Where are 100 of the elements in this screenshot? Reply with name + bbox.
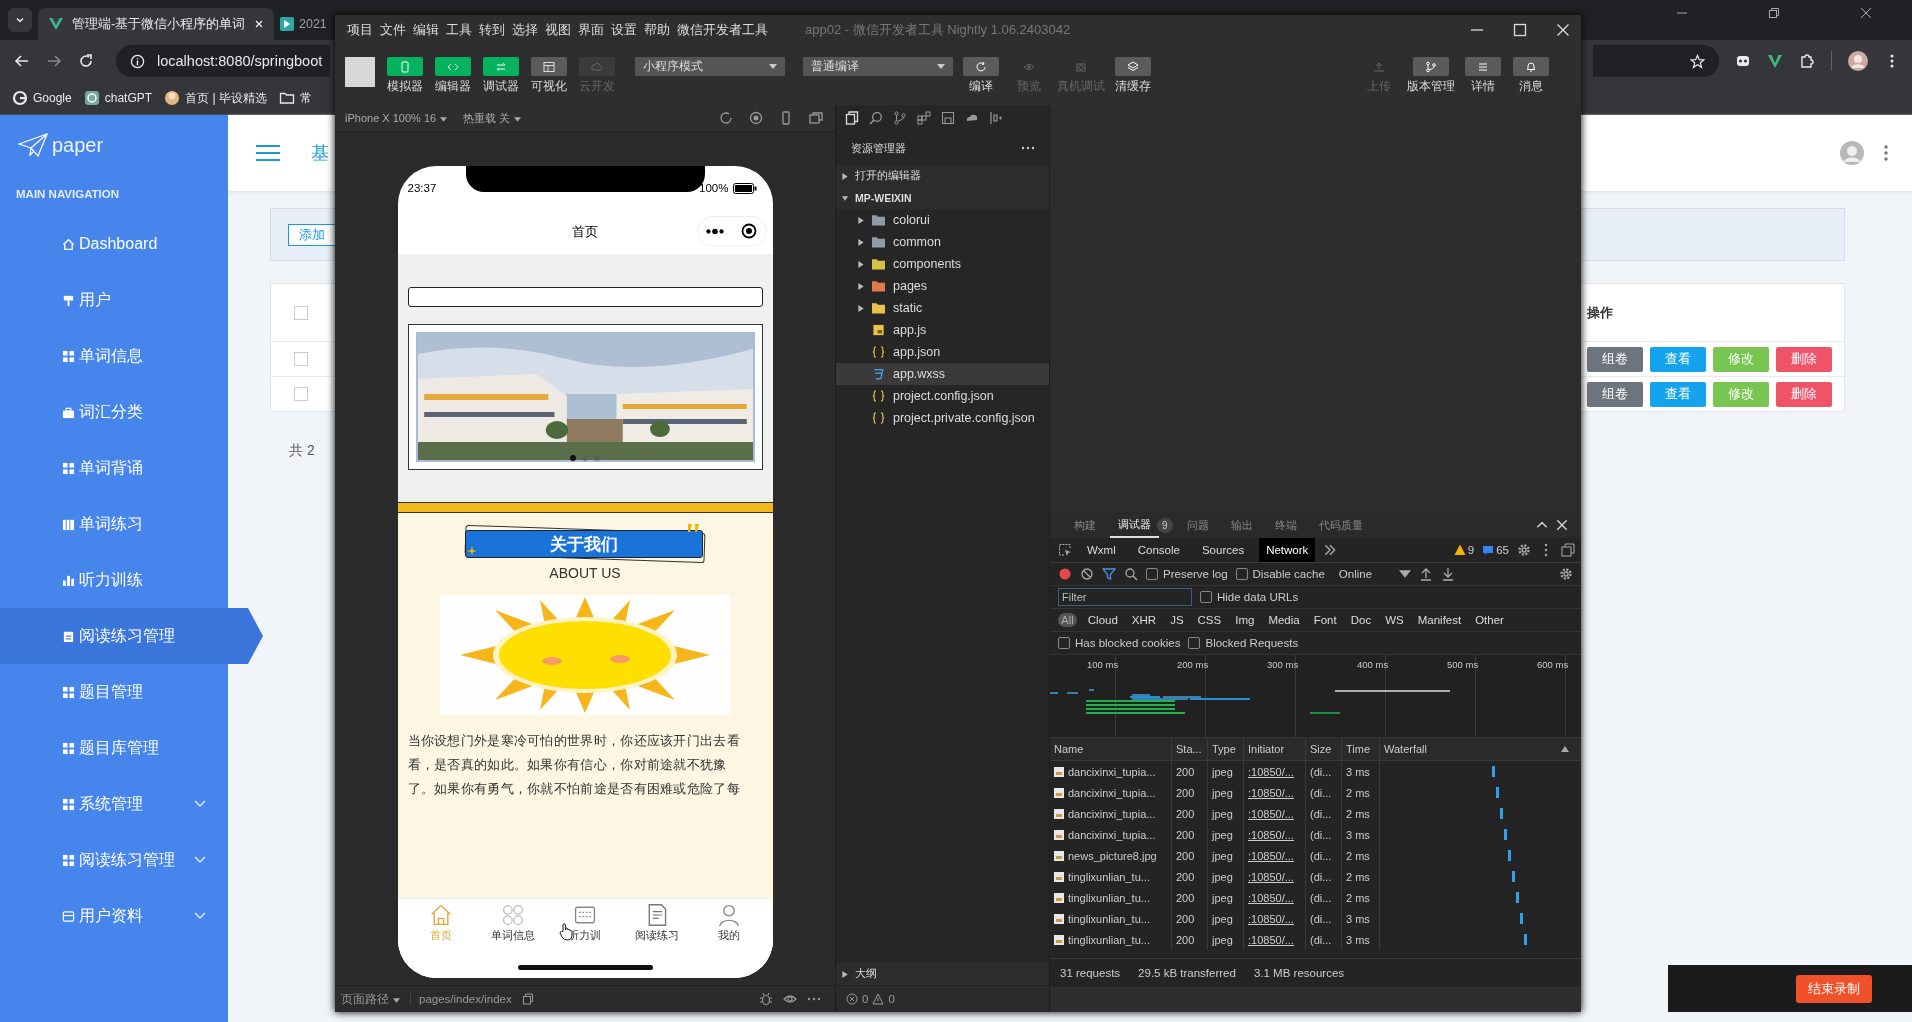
v-logo-icon[interactable] bbox=[1767, 53, 1783, 69]
more-icon[interactable] bbox=[1021, 146, 1035, 150]
initiator-link[interactable]: :10850/... bbox=[1244, 887, 1306, 908]
type-filter[interactable]: Doc bbox=[1347, 613, 1375, 627]
nav-item[interactable]: 用户资料 bbox=[0, 888, 228, 944]
nav-item[interactable]: 系统管理 bbox=[0, 776, 228, 832]
double-chevron-icon[interactable] bbox=[1323, 543, 1338, 557]
initiator-link[interactable]: :10850/... bbox=[1244, 845, 1306, 866]
undock-icon[interactable] bbox=[1561, 543, 1575, 557]
column-header[interactable]: Name bbox=[1050, 738, 1172, 760]
checkbox[interactable] bbox=[1200, 591, 1212, 603]
tab-bar-item[interactable]: 我的 bbox=[692, 899, 765, 949]
more-icon[interactable] bbox=[705, 227, 724, 235]
tool-button[interactable] bbox=[1513, 57, 1549, 76]
tool-button[interactable] bbox=[963, 57, 999, 76]
bookmark[interactable]: 常 bbox=[278, 89, 312, 107]
checkbox[interactable] bbox=[1235, 568, 1248, 580]
tab-bar-item[interactable]: 单词信息 bbox=[477, 899, 550, 949]
initiator-link[interactable]: :10850/... bbox=[1244, 782, 1306, 803]
request-name[interactable]: tinglixunlian_tu... bbox=[1068, 912, 1150, 925]
nav-item[interactable]: Dashboard bbox=[0, 216, 228, 272]
nav-item[interactable]: 单词背诵 bbox=[0, 440, 228, 496]
puzzle-icon[interactable] bbox=[1799, 53, 1815, 69]
file-item[interactable]: common bbox=[836, 231, 1049, 253]
target-icon[interactable] bbox=[739, 223, 758, 239]
file-item[interactable]: app.wxss bbox=[836, 363, 1049, 385]
close-icon[interactable] bbox=[1860, 7, 1872, 19]
file-item[interactable]: app.js bbox=[836, 319, 1049, 341]
toggle-button[interactable] bbox=[387, 57, 423, 76]
type-filter[interactable]: Media bbox=[1265, 613, 1303, 627]
initiator-link[interactable]: :10850/... bbox=[1244, 761, 1306, 782]
tool-button[interactable] bbox=[1115, 57, 1151, 76]
column-header[interactable]: Waterfall bbox=[1380, 738, 1581, 760]
menu-item[interactable]: 文件 bbox=[380, 21, 406, 39]
type-filter[interactable]: CSS bbox=[1194, 613, 1225, 627]
tab-bar-item[interactable]: 阅读练习 bbox=[620, 899, 693, 949]
file-item[interactable]: colorui bbox=[836, 209, 1049, 231]
section-header[interactable]: 打开的编辑器 bbox=[836, 165, 1049, 187]
type-filter[interactable]: Font bbox=[1310, 613, 1340, 627]
checkbox[interactable] bbox=[1058, 637, 1070, 649]
nav-item[interactable]: 单词练习 bbox=[0, 496, 228, 552]
extensions-icon[interactable] bbox=[917, 111, 931, 125]
checkbox[interactable] bbox=[1146, 568, 1158, 580]
record-icon[interactable] bbox=[749, 111, 763, 125]
bug-icon[interactable] bbox=[759, 992, 773, 1006]
filter-icon[interactable] bbox=[1102, 567, 1116, 581]
download-icon[interactable] bbox=[1440, 567, 1455, 581]
copy-icon[interactable] bbox=[521, 993, 534, 1005]
panel-icon[interactable] bbox=[941, 111, 955, 125]
devtools-tab[interactable]: Wxml bbox=[1080, 538, 1123, 562]
rotate-icon[interactable] bbox=[719, 111, 733, 125]
upload-icon[interactable] bbox=[1418, 567, 1433, 581]
browser-tab[interactable]: 管理端-基于微信小程序的单词 bbox=[38, 8, 274, 40]
record-icon[interactable] bbox=[1058, 567, 1072, 581]
files-icon[interactable] bbox=[845, 111, 859, 125]
checkbox[interactable] bbox=[1188, 637, 1201, 649]
avatar-icon[interactable] bbox=[1848, 51, 1868, 71]
tab-search-button[interactable] bbox=[8, 8, 32, 32]
star-icon[interactable] bbox=[1690, 53, 1705, 69]
menu-item[interactable]: 界面 bbox=[578, 21, 604, 39]
type-filter[interactable]: Manifest bbox=[1414, 613, 1465, 627]
nav-item[interactable]: 题目库管理 bbox=[0, 720, 228, 776]
bookmark[interactable]: 首页 | 毕设精选 bbox=[164, 89, 267, 107]
panel-tab[interactable]: 构建 bbox=[1066, 513, 1104, 537]
devtools-tab[interactable]: Sources bbox=[1194, 538, 1252, 562]
menu-item[interactable]: 微信开发者工具 bbox=[677, 21, 768, 39]
section-header[interactable]: 大纲 bbox=[836, 963, 1049, 985]
throttle-select[interactable]: Online bbox=[1338, 568, 1391, 580]
type-filter[interactable]: XHR bbox=[1128, 613, 1160, 627]
column-header[interactable]: Type bbox=[1208, 738, 1244, 760]
inspect-icon[interactable] bbox=[1058, 543, 1072, 557]
request-name[interactable]: tinglixunlian_tu... bbox=[1068, 870, 1150, 883]
devtools-tab[interactable]: Network bbox=[1259, 538, 1316, 562]
menu-item[interactable]: 转到 bbox=[479, 21, 505, 39]
search-icon[interactable] bbox=[869, 111, 883, 125]
request-name[interactable]: dancixinxi_tupia... bbox=[1068, 828, 1156, 841]
back-icon[interactable] bbox=[14, 53, 30, 69]
restore-icon[interactable] bbox=[1768, 7, 1780, 19]
stop-recording-button[interactable]: 结束录制 bbox=[1796, 974, 1872, 1003]
file-item[interactable]: static bbox=[836, 297, 1049, 319]
maximize-icon[interactable] bbox=[1513, 23, 1527, 37]
nav-item[interactable]: 用户 bbox=[0, 272, 228, 328]
sort-arrow-icon[interactable] bbox=[1561, 746, 1569, 752]
menu-item[interactable]: 视图 bbox=[545, 21, 571, 39]
reload-icon[interactable] bbox=[78, 53, 94, 69]
menu-item[interactable]: 设置 bbox=[611, 21, 637, 39]
split-icon[interactable] bbox=[989, 111, 1003, 125]
close-icon[interactable] bbox=[1555, 518, 1569, 532]
panel-tab[interactable]: 输出 bbox=[1222, 513, 1261, 537]
settings-icon[interactable] bbox=[1559, 567, 1573, 581]
tool-button[interactable] bbox=[1465, 57, 1501, 76]
settings-icon[interactable] bbox=[1517, 543, 1531, 557]
menu-item[interactable]: 项目 bbox=[347, 21, 373, 39]
branch-icon[interactable] bbox=[893, 111, 907, 125]
initiator-link[interactable]: :10850/... bbox=[1244, 803, 1306, 824]
type-filter[interactable]: Img bbox=[1232, 613, 1258, 627]
nav-item[interactable]: 听力训练 bbox=[0, 552, 228, 608]
panel-tab[interactable]: 代码质量 bbox=[1310, 513, 1371, 537]
file-item[interactable]: pages bbox=[836, 275, 1049, 297]
search-icon[interactable] bbox=[1124, 567, 1138, 581]
